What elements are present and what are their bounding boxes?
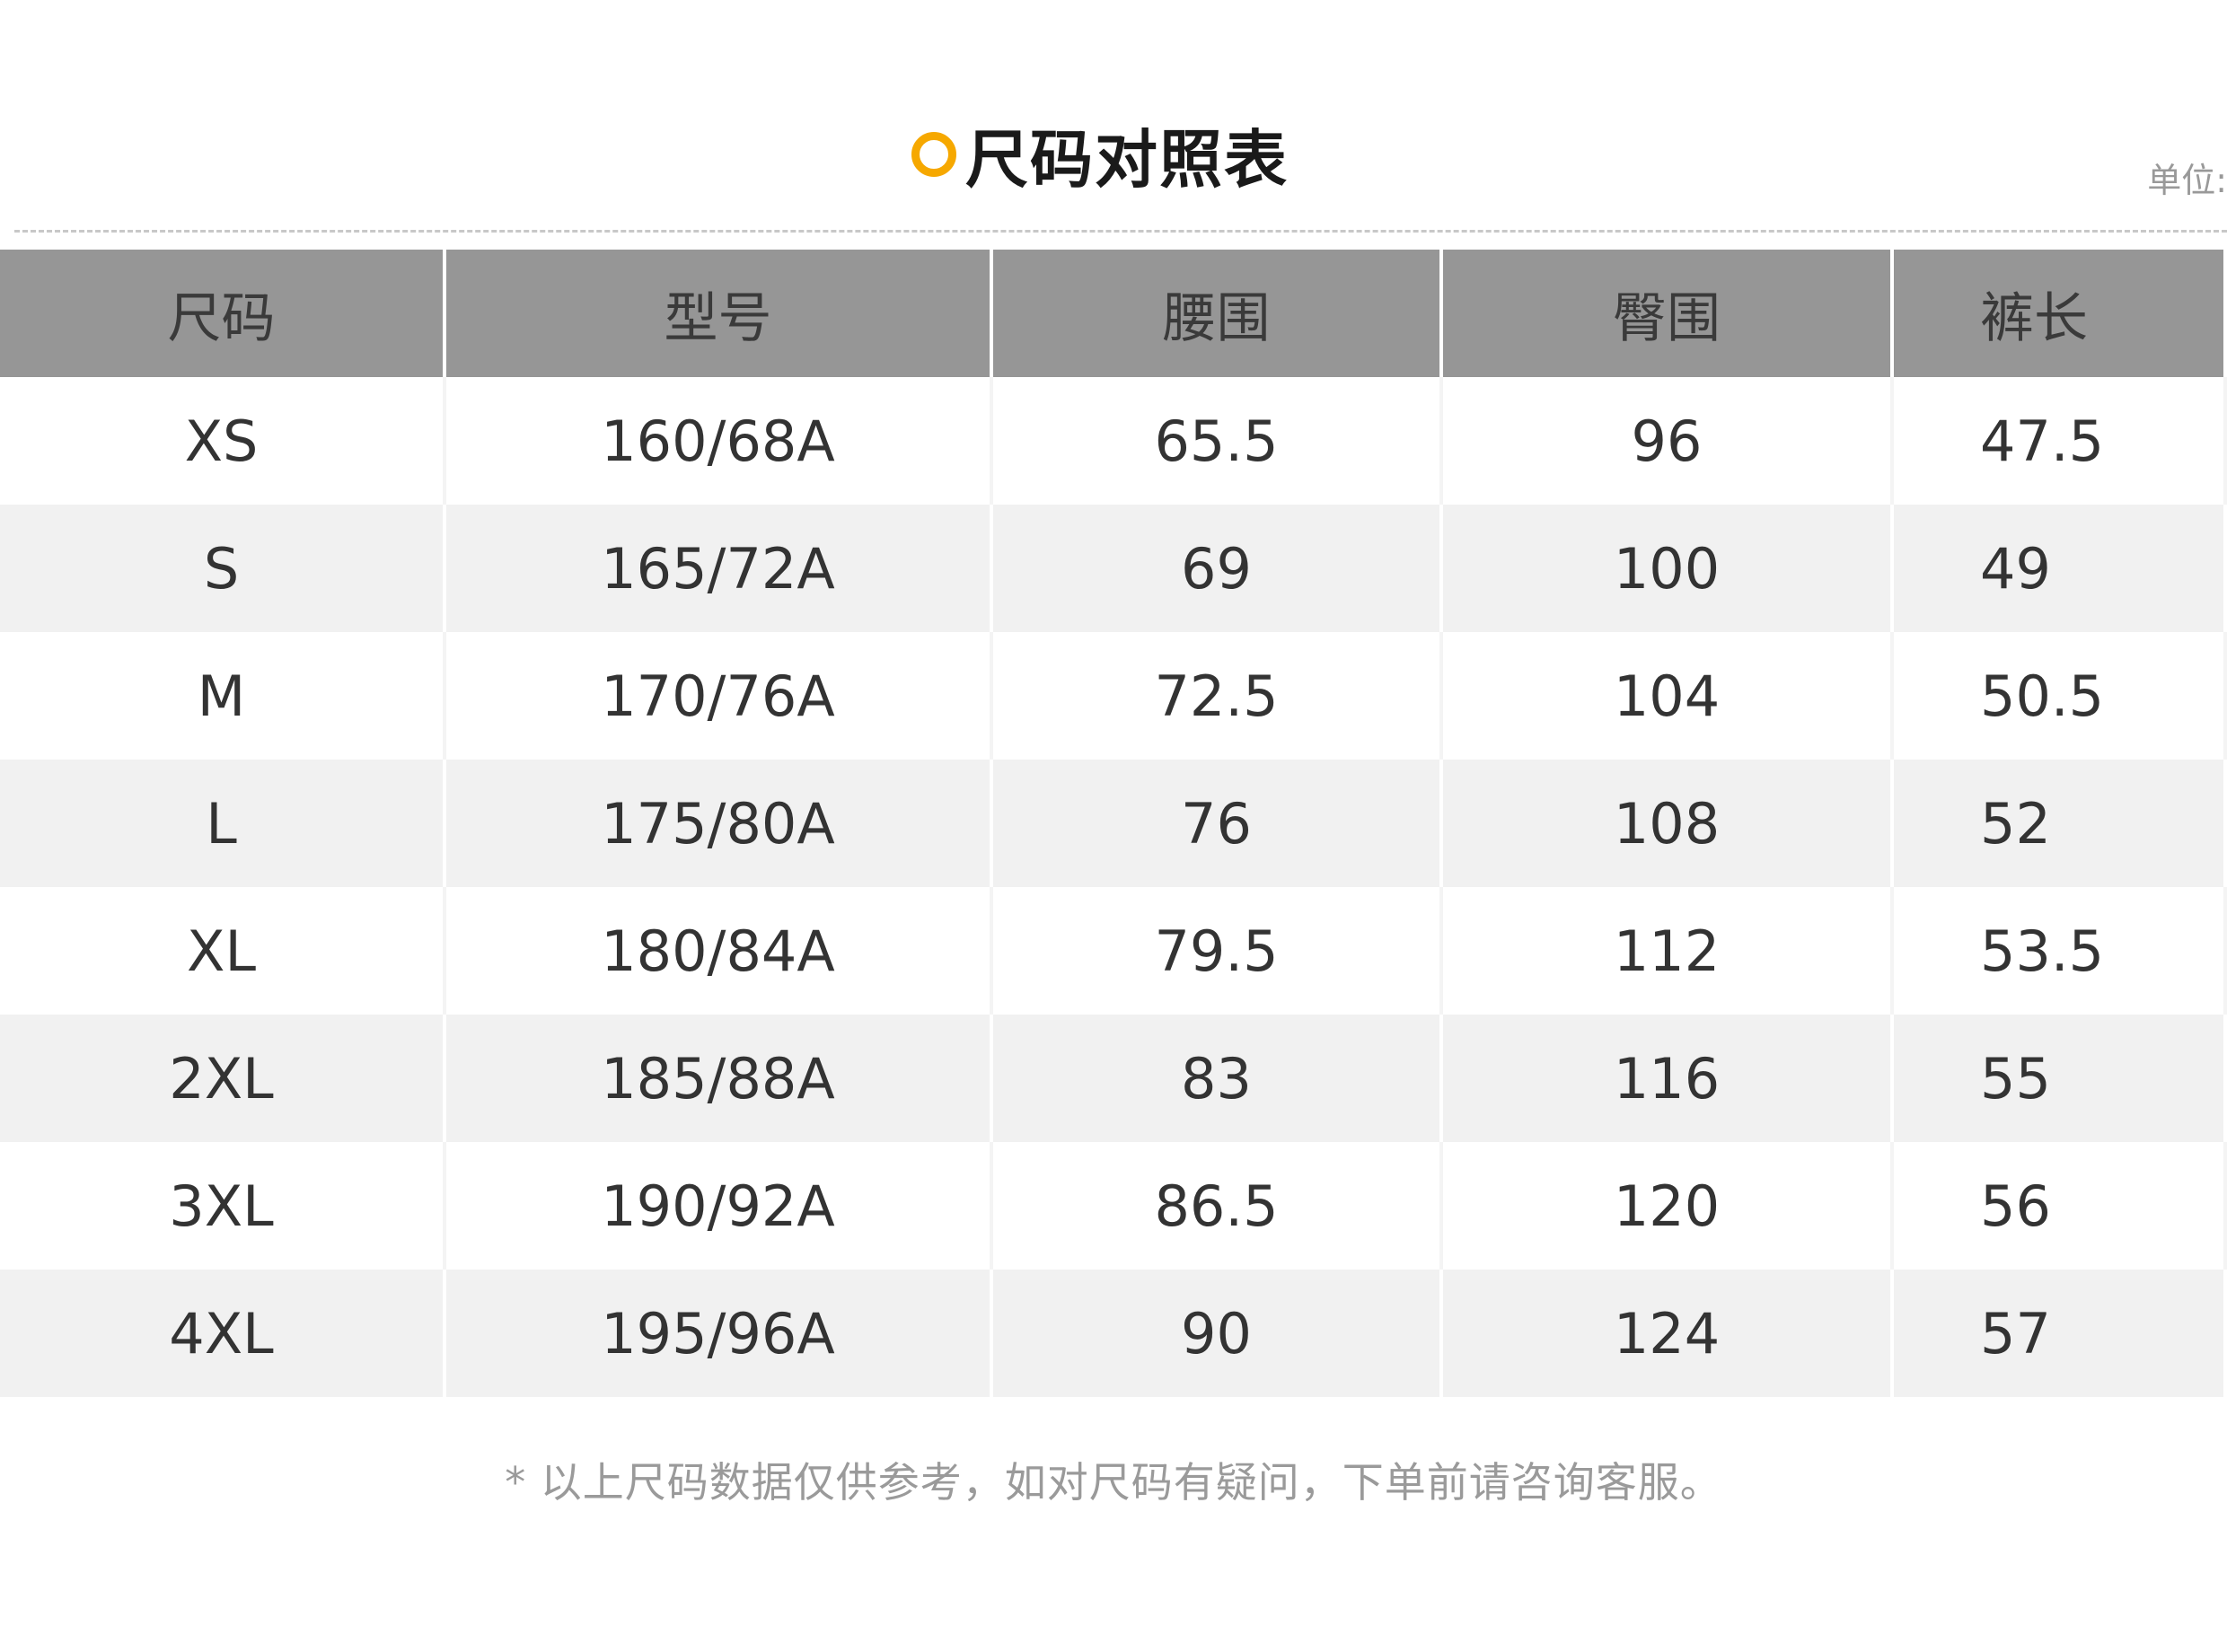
table-cell-model: 175/80A — [446, 760, 993, 887]
table-cell-size: 3XL — [0, 1142, 446, 1270]
table-cell-model: 165/72A — [446, 505, 993, 632]
table-cell-size: M — [0, 632, 446, 760]
table-cell-model: 170/76A — [446, 632, 993, 760]
table-body: XS 160/68A 65.5 96 47.5 S 165/72A 69 100 49 M 170/7… — [0, 377, 2227, 1397]
size-table: 尺码 型号 腰围 臀围 裤长 XS 160/68A 65.5 96 47.5 S 165/7… — [0, 250, 2227, 1397]
table-cell-hip: 112 — [1443, 887, 1894, 1015]
table-cell-hip: 116 — [1443, 1015, 1894, 1142]
table-cell-length: 55 — [1894, 1015, 2227, 1142]
table-cell-model: 190/92A — [446, 1142, 993, 1270]
table-row: 4XL 195/96A 90 124 57 — [0, 1270, 2227, 1397]
title-bar: 尺码对照表 — [0, 110, 2227, 199]
table-cell-size: XL — [0, 887, 446, 1015]
table-row: S 165/72A 69 100 49 — [0, 505, 2227, 632]
table-cell-length: 52 — [1894, 760, 2227, 887]
table-cell-waist: 86.5 — [993, 1142, 1443, 1270]
header-cell-length: 裤长 — [1894, 250, 2227, 377]
header-cell-size: 尺码 — [0, 250, 446, 377]
header-cell-hip: 臀围 — [1443, 250, 1894, 377]
header-cell-model: 型号 — [446, 250, 993, 377]
table-cell-waist: 72.5 — [993, 632, 1443, 760]
table-row: M 170/76A 72.5 104 50.5 — [0, 632, 2227, 760]
table-cell-model: 180/84A — [446, 887, 993, 1015]
table-row: 3XL 190/92A 86.5 120 56 — [0, 1142, 2227, 1270]
table-cell-model: 160/68A — [446, 377, 993, 505]
table-cell-waist: 90 — [993, 1270, 1443, 1397]
dashed-divider — [14, 230, 2227, 233]
table-cell-length: 53.5 — [1894, 887, 2227, 1015]
table-cell-waist: 69 — [993, 505, 1443, 632]
table-cell-size: S — [0, 505, 446, 632]
table-cell-waist: 79.5 — [993, 887, 1443, 1015]
table-cell-hip: 108 — [1443, 760, 1894, 887]
page-title: 尺码对照表 — [965, 122, 1289, 197]
table-cell-hip: 100 — [1443, 505, 1894, 632]
unit-label: 单位: — [2147, 161, 2227, 200]
table-cell-size: 4XL — [0, 1270, 446, 1397]
table-cell-length: 49 — [1894, 505, 2227, 632]
table-cell-length: 57 — [1894, 1270, 2227, 1397]
table-cell-waist: 65.5 — [993, 377, 1443, 505]
title-group: 尺码对照表 — [911, 110, 1289, 200]
table-cell-size: 2XL — [0, 1015, 446, 1142]
circle-ring-icon — [911, 132, 956, 177]
table-row: 2XL 185/88A 83 116 55 — [0, 1015, 2227, 1142]
header-cell-waist: 腰围 — [993, 250, 1443, 377]
table-cell-hip: 124 — [1443, 1270, 1894, 1397]
table-cell-size: L — [0, 760, 446, 887]
table-header-row: 尺码 型号 腰围 臀围 裤长 — [0, 250, 2227, 377]
table-cell-length: 47.5 — [1894, 377, 2227, 505]
table-cell-waist: 76 — [993, 760, 1443, 887]
table-row: XS 160/68A 65.5 96 47.5 — [0, 377, 2227, 505]
table-row: L 175/80A 76 108 52 — [0, 760, 2227, 887]
table-row: XL 180/84A 79.5 112 53.5 — [0, 887, 2227, 1015]
table-cell-length: 50.5 — [1894, 632, 2227, 760]
table-cell-hip: 96 — [1443, 377, 1894, 505]
table-cell-length: 56 — [1894, 1142, 2227, 1270]
table-cell-waist: 83 — [993, 1015, 1443, 1142]
table-cell-hip: 104 — [1443, 632, 1894, 760]
table-cell-hip: 120 — [1443, 1142, 1894, 1270]
table-cell-model: 195/96A — [446, 1270, 993, 1397]
table-cell-model: 185/88A — [446, 1015, 993, 1142]
table-cell-size: XS — [0, 377, 446, 505]
footnote: * 以上尺码数据仅供参考，如对尺码有疑问，下单前请咨询客服。 — [505, 1458, 1722, 1507]
